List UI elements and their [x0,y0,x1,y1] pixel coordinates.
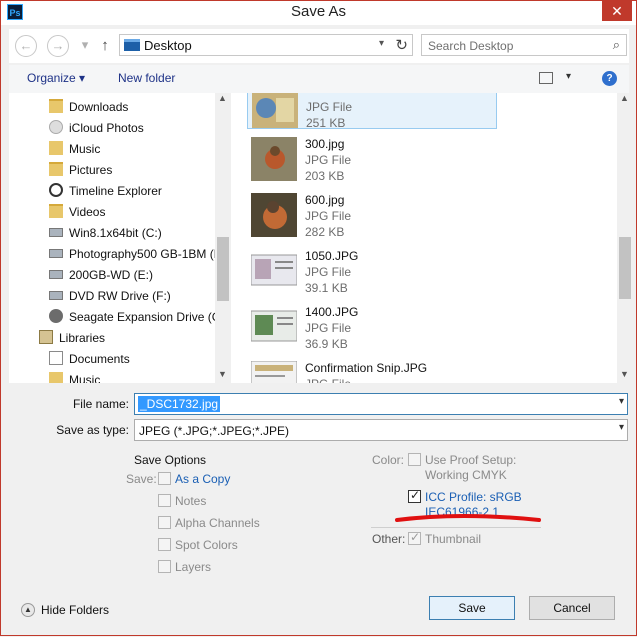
file-thumbnail [251,193,297,237]
title-bar: Ps Save As ✕ [1,1,636,25]
navigation-bar: ← → ▾ ↑ Desktop ▾ ↻ Search Desktop ⌕ [9,29,629,63]
save-as-type-select[interactable]: JPEG (*.JPG;*.JPEG;*.JPE) ▾ [134,419,628,441]
icloud-photos-icon [49,120,63,134]
as-a-copy-label[interactable]: As a Copy [175,472,230,486]
file-item[interactable]: 1050.JPG JPG File 39.1 KB [247,245,497,295]
search-placeholder: Search Desktop [428,39,514,53]
file-name-value: _DSC1732.jpg [138,396,221,412]
file-list-scrollbar[interactable]: ▲ ▼ [617,93,633,383]
chevron-up-icon: ▲ [21,603,35,617]
save-as-type-value: JPEG (*.JPG;*.JPEG;*.JPE) [139,424,290,438]
file-name-input[interactable]: _DSC1732.jpg ▾ [134,393,628,415]
windows-drive-icon [49,228,63,237]
file-thumbnail [251,361,297,383]
icc-profile-checkbox[interactable]: ✓ [408,488,421,503]
address-dropdown-icon[interactable]: ▾ [379,38,384,49]
view-options-icon[interactable] [539,72,553,84]
drive-icon [49,270,63,279]
clock-icon [49,183,63,197]
file-item[interactable]: 300.jpg JPG File 203 KB [247,133,497,183]
alpha-channels-checkbox [158,516,171,529]
thumbnail-label: Thumbnail [425,532,482,546]
save-as-type-label: Save as type: [56,423,129,437]
file-list: JPG File 251 KB 300.jpg JPG File 203 KB … [231,93,617,383]
view-dropdown-icon[interactable]: ▾ [566,71,571,82]
save-label: Save: [126,472,157,486]
use-proof-setup-label: Use Proof Setup: [425,453,517,467]
window-title: Save As [290,3,347,20]
file-item[interactable]: JPG File 251 KB [247,93,497,130]
back-button[interactable]: ← [15,35,37,57]
file-item[interactable]: 1400.JPG JPG File 36.9 KB [247,301,497,351]
file-thumbnail [251,254,297,286]
color-label: Color: [372,453,405,467]
cancel-button[interactable]: Cancel [529,596,615,620]
music-folder-icon [49,372,63,383]
scroll-down-icon[interactable]: ▼ [620,369,629,379]
close-button[interactable]: ✕ [602,1,632,21]
save-as-dialog: Ps Save As ✕ ← → ▾ ↑ Desktop ▾ ↻ Search … [0,0,637,636]
spot-colors-checkbox [158,538,171,551]
hide-folders-label: Hide Folders [41,603,110,617]
scrollbar-thumb[interactable] [217,237,229,301]
up-button[interactable]: ↑ [97,35,113,57]
chevron-down-icon[interactable]: ▾ [619,422,624,433]
drive-icon [49,309,63,323]
chevron-down-icon[interactable]: ▾ [619,396,624,407]
alpha-channels-label: Alpha Channels [175,516,260,530]
as-a-copy-checkbox[interactable] [158,472,171,485]
libraries-icon [39,330,53,344]
forward-button[interactable]: → [47,35,69,57]
file-thumbnail [251,137,297,181]
recent-locations-dropdown[interactable]: ▾ [74,35,96,57]
spot-colors-label: Spot Colors [175,538,238,552]
notes-checkbox [158,494,171,507]
layers-label: Layers [175,560,212,574]
divider [371,527,541,528]
use-proof-setup-checkbox [408,453,421,466]
organize-menu[interactable]: Organize ▾ [27,71,85,85]
address-bar[interactable]: Desktop ▾ ↻ [119,34,413,56]
file-thumbnail [252,93,298,128]
scrollbar-thumb[interactable] [619,237,631,299]
layers-checkbox [158,560,171,573]
address-text: Desktop [144,38,192,53]
file-name-label: File name: [72,397,129,411]
save-button[interactable]: Save [429,596,515,620]
desktop-icon [124,39,140,51]
save-options-title: Save Options [134,453,207,467]
dvd-drive-icon [49,291,63,300]
thumbnail-checkbox: ✓ [408,530,421,545]
folder-icon [49,99,63,113]
help-icon[interactable]: ? [602,71,617,86]
file-item[interactable]: 600.jpg JPG File 282 KB [247,189,497,239]
search-input[interactable]: Search Desktop ⌕ [421,34,627,56]
search-icon[interactable]: ⌕ [613,37,620,53]
checkmark-icon: ✓ [410,530,421,544]
drive-icon [49,249,63,258]
folder-icon [49,204,63,218]
icc-profile-label[interactable]: ICC Profile: sRGB [425,490,522,504]
folder-icon [49,162,63,176]
new-folder-button[interactable]: New folder [118,71,175,85]
navigation-scrollbar[interactable]: ▲ ▼ [215,93,231,383]
icc-profile-name[interactable]: IEC61966-2.1 [425,505,499,519]
scroll-up-icon[interactable]: ▲ [620,93,629,103]
file-thumbnail [251,310,297,342]
navigation-pane: Downloads iCloud Photos Music Pictures T… [9,93,231,383]
refresh-icon[interactable]: ↻ [395,36,408,54]
working-cmyk-label: Working CMYK [425,468,507,482]
checkmark-icon: ✓ [410,488,421,502]
file-item[interactable]: Confirmation Snip.JPG JPG File [247,357,497,383]
notes-label: Notes [175,494,207,508]
document-icon [49,351,63,365]
scroll-down-icon[interactable]: ▼ [218,369,227,379]
scroll-up-icon[interactable]: ▲ [218,93,227,103]
command-bar: Organize ▾ New folder ▾ ? [9,65,629,93]
music-folder-icon [49,141,63,155]
other-label: Other: [372,532,406,546]
